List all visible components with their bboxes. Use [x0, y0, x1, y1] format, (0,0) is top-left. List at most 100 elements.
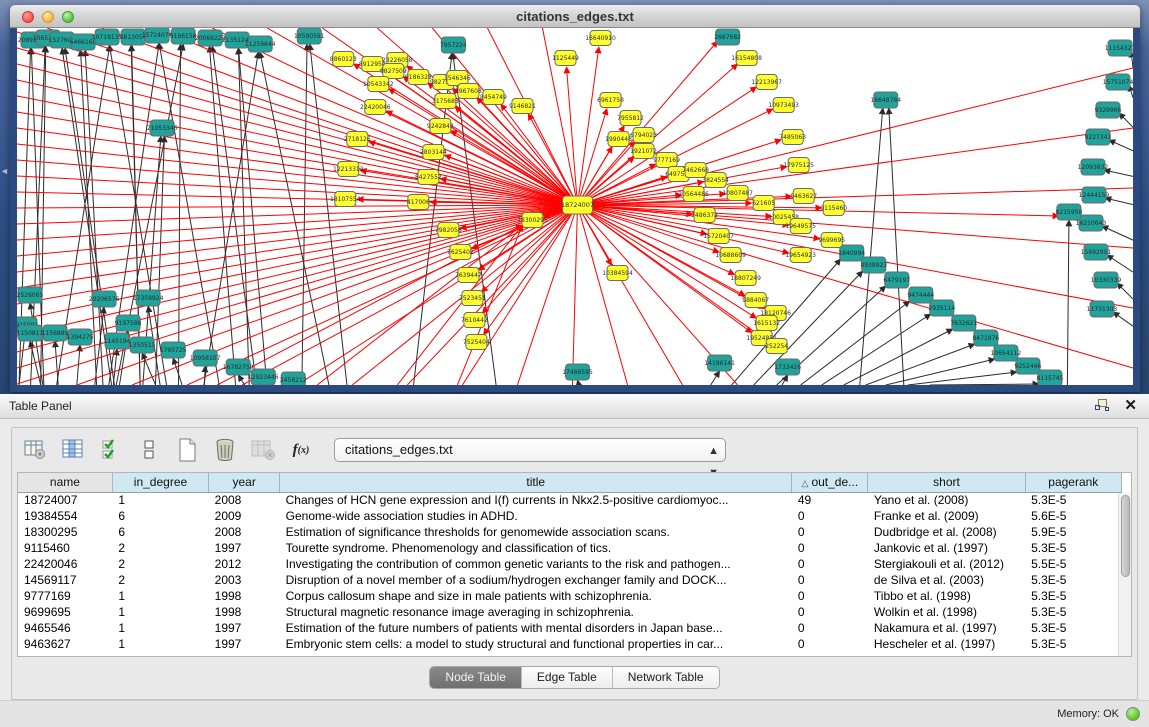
- svg-text:1615132: 1615132: [753, 320, 780, 327]
- table-cell: 2: [112, 572, 208, 588]
- column-header-out_de[interactable]: △out_de...: [792, 473, 868, 492]
- table-selector-value: citations_edges.txt: [345, 442, 453, 457]
- svg-text:621605: 621605: [752, 200, 775, 207]
- svg-text:18300295: 18300295: [517, 217, 548, 224]
- svg-text:7610442: 7610442: [461, 317, 488, 324]
- table-vertical-scrollbar[interactable]: [1118, 493, 1131, 656]
- node-table: namein_degreeyeartitle△out_de...shortpag…: [17, 472, 1132, 657]
- close-panel-icon[interactable]: ✕: [1124, 398, 1137, 413]
- svg-text:10654112: 10654112: [991, 350, 1022, 357]
- svg-text:10330339: 10330339: [1091, 277, 1122, 284]
- svg-text:1990448: 1990448: [605, 136, 632, 143]
- table-row[interactable]: 946362711997Embryonic stem cells: a mode…: [18, 636, 1122, 652]
- table-cell: 1997: [209, 620, 280, 636]
- svg-text:2458212: 2458212: [280, 377, 307, 384]
- delete-column-icon[interactable]: [212, 437, 238, 463]
- table-row[interactable]: 1872400712008Changes of HCN gene express…: [18, 492, 1122, 508]
- column-header-name[interactable]: name: [18, 473, 112, 492]
- table-cell: Jankovic et al. (1997): [868, 540, 1025, 556]
- table-cell: 0: [792, 636, 868, 652]
- svg-text:18807249: 18807249: [730, 275, 761, 282]
- svg-text:1394275: 1394275: [67, 334, 94, 341]
- row-height-icon[interactable]: [136, 437, 162, 463]
- svg-text:16648784: 16648784: [870, 97, 901, 104]
- tab-edge-table[interactable]: Edge Table: [522, 667, 613, 688]
- table-cell: 1: [112, 636, 208, 652]
- table-cell: 0: [792, 572, 868, 588]
- svg-text:1733426: 1733426: [774, 364, 801, 371]
- table-row[interactable]: 946554611997Estimation of the future num…: [18, 620, 1122, 636]
- table-cell: 9463627: [18, 636, 112, 652]
- column-header-in_degree[interactable]: in_degree: [112, 473, 208, 492]
- create-column-icon[interactable]: [174, 437, 200, 463]
- svg-text:9884067: 9884067: [742, 297, 769, 304]
- function-builder-icon[interactable]: f(x): [288, 437, 314, 463]
- svg-text:6794023: 6794023: [630, 132, 657, 139]
- svg-text:15692951: 15692951: [1081, 249, 1112, 256]
- table-cell: 2003: [209, 572, 280, 588]
- tab-network-table[interactable]: Network Table: [613, 667, 719, 688]
- select-all-icon[interactable]: [98, 437, 124, 463]
- table-cell: 2008: [209, 492, 280, 508]
- svg-text:1150811: 1150811: [17, 330, 44, 337]
- table-mode-icon[interactable]: [22, 437, 48, 463]
- svg-text:9777169: 9777169: [653, 157, 680, 164]
- svg-text:1546346: 1546346: [444, 75, 471, 82]
- svg-text:10719135: 10719135: [92, 34, 123, 41]
- table-selector-dropdown[interactable]: citations_edges.txt ▲▼: [334, 438, 726, 462]
- table-cell: 6: [112, 508, 208, 524]
- scrollbar-thumb[interactable]: [1121, 495, 1130, 577]
- network-canvas[interactable]: 2089140610653287152760264661601071913588…: [17, 28, 1133, 385]
- panel-collapse-arrow[interactable]: ◄: [0, 160, 9, 182]
- svg-text:9242848: 9242848: [427, 123, 454, 130]
- svg-text:14196141: 14196141: [704, 360, 735, 367]
- svg-text:2718126: 2718126: [344, 136, 371, 143]
- citation-network-graph[interactable]: 2089140610653287152760264661601071913588…: [17, 28, 1133, 385]
- desktop-background: ◄ citations_edges.txt 208914061065328715…: [0, 0, 1149, 394]
- table-row[interactable]: 969969511998Structural magnetic resonanc…: [18, 604, 1122, 620]
- table-cell: 2008: [209, 524, 280, 540]
- table-cell: 2: [112, 556, 208, 572]
- svg-text:8186328: 8186328: [405, 74, 432, 81]
- svg-text:3175685: 3175685: [432, 98, 459, 105]
- column-header-short[interactable]: short: [868, 473, 1025, 492]
- delete-table-icon[interactable]: [250, 437, 276, 463]
- column-header-year[interactable]: year: [209, 473, 280, 492]
- table-row[interactable]: 1830029562008Estimation of significance …: [18, 524, 1122, 540]
- svg-text:1350515: 1350515: [129, 342, 156, 349]
- memory-indicator-icon[interactable]: [1126, 707, 1140, 721]
- svg-text:7639447: 7639447: [455, 272, 482, 279]
- svg-text:2526065: 2526065: [17, 292, 44, 299]
- tab-node-table[interactable]: Node Table: [430, 667, 522, 688]
- table-row[interactable]: 2242004622012Investigating the contribut…: [18, 556, 1122, 572]
- svg-text:2967608: 2967608: [455, 88, 482, 95]
- svg-text:10384594: 10384594: [602, 270, 633, 277]
- svg-text:8938923: 8938923: [860, 262, 887, 269]
- column-header-pagerank[interactable]: pagerank: [1025, 473, 1121, 492]
- svg-text:7632621: 7632621: [950, 320, 977, 327]
- svg-text:6961758: 6961758: [597, 97, 624, 104]
- svg-text:17488595: 17488595: [562, 369, 593, 376]
- table-cell: 2009: [209, 508, 280, 524]
- svg-text:8215958: 8215958: [1056, 209, 1083, 216]
- table-row[interactable]: 977716911998Corpus callosum shape and si…: [18, 588, 1122, 604]
- network-view-window: citations_edges.txt 20891406106532871527…: [10, 5, 1140, 392]
- svg-text:9252446: 9252446: [1015, 363, 1042, 370]
- table-row[interactable]: 1456911722003Disruption of a novel membe…: [18, 572, 1122, 588]
- table-panel-title: Table Panel: [9, 399, 72, 413]
- column-header-title[interactable]: title: [280, 473, 792, 492]
- svg-text:1795725: 1795725: [160, 347, 187, 354]
- show-columns-icon[interactable]: [60, 437, 86, 463]
- float-panel-icon[interactable]: [1095, 398, 1110, 413]
- table-cell: 1: [112, 620, 208, 636]
- table-row[interactable]: 1938455462009Genome-wide association stu…: [18, 508, 1122, 524]
- table-cell: 0: [792, 508, 868, 524]
- table-cell: 9115460: [18, 540, 112, 556]
- table-cell: 19384554: [18, 508, 112, 524]
- svg-text:2803144: 2803144: [420, 149, 447, 156]
- window-titlebar[interactable]: citations_edges.txt: [10, 5, 1140, 28]
- svg-text:7525404: 7525404: [463, 339, 490, 346]
- table-row[interactable]: 911546021997Tourette syndrome. Phenomeno…: [18, 540, 1122, 556]
- svg-text:18724007: 18724007: [561, 201, 594, 209]
- table-cell: Franke et al. (2009): [868, 508, 1025, 524]
